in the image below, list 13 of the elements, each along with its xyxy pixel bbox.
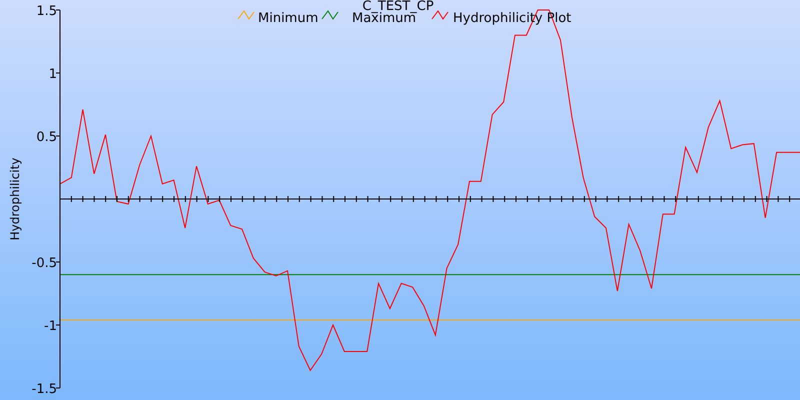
legend-icon (432, 10, 448, 20)
legend-icon (238, 10, 254, 20)
chart-title: C_TEST_CP (362, 0, 434, 14)
legend-label: Minimum (258, 11, 318, 26)
legend-label: Maximum (352, 11, 416, 26)
y-tick-label: -1.5 (32, 382, 57, 397)
y-tick-label: 1 (48, 67, 57, 82)
axis-title: Hydrophilicity (8, 158, 22, 240)
y-tick-label: -1 (44, 319, 57, 334)
legend-icon (322, 10, 338, 20)
y-tick-label: 1.5 (36, 4, 57, 19)
y-tick-label: 0.5 (36, 130, 57, 145)
y-tick-label: -0.5 (32, 256, 57, 271)
